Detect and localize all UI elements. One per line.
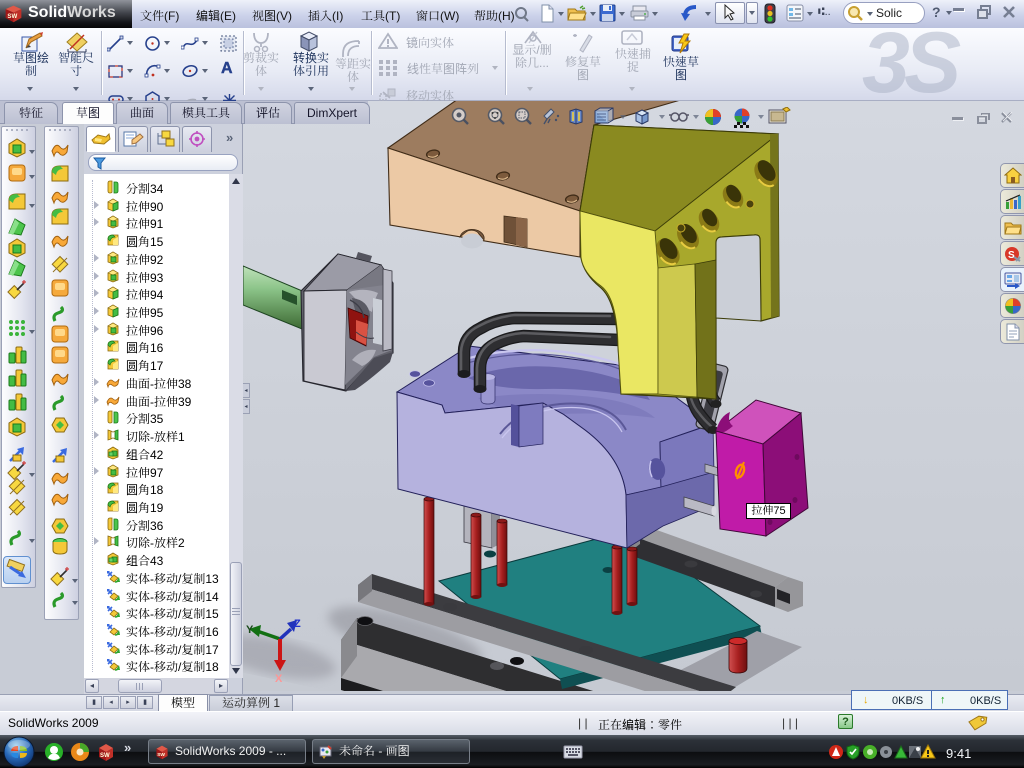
svg-text:Y: Y — [246, 624, 254, 636]
svg-text:S: S — [1008, 250, 1015, 261]
svg-text:SW: SW — [100, 753, 110, 759]
svg-text:SW: SW — [7, 13, 17, 20]
svg-text:X: X — [275, 673, 283, 685]
svg-text:Z: Z — [294, 618, 301, 630]
svg-text:SW: SW — [157, 752, 165, 758]
